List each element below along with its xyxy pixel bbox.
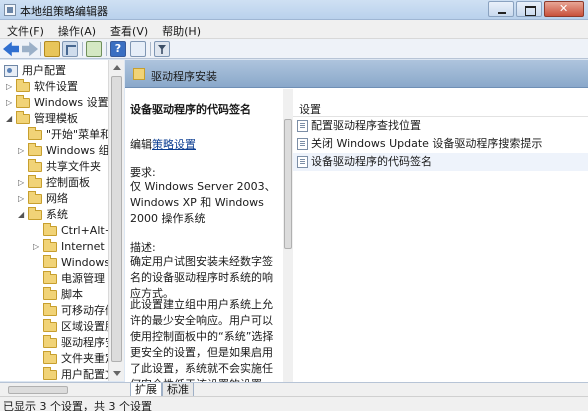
requirements-label: 要求: [130,166,156,179]
title-bar: 本地组策略编辑器 [0,0,588,20]
tree-vertical-scrollbar[interactable] [108,60,124,381]
tab-extended[interactable]: 扩展 [130,383,162,397]
window-controls [488,1,584,17]
settings-list: 设置 配置驱动程序查找位置 关闭 Windows Update 设备驱动程序搜索… [293,89,588,382]
expand-icon[interactable]: ▷ [18,175,26,191]
policy-title: 设备驱动程序的代码签名 [130,103,251,116]
toolbar-separator [106,42,107,56]
folder-icon [43,351,57,364]
description-label: 描述: [130,241,156,254]
edit-policy-line: 编辑策略设置 [130,138,196,151]
description-text: 确定用户试图安装未经数字签名的设备驱动程序时系统的响应方式。 [130,255,273,300]
setting-row[interactable]: 关闭 Windows Update 设备驱动程序搜索提示 [293,135,588,153]
show-tree-icon[interactable] [62,41,78,57]
folder-icon [28,159,42,172]
folder-icon [43,223,57,236]
toolbar-separator [82,42,83,56]
view-tabs: 扩展 标准 [125,382,588,397]
forward-arrow-icon[interactable] [22,41,38,57]
policy-description-panel: 设备驱动程序的代码签名 编辑策略设置 要求: 仅 Windows Server … [125,89,283,382]
description-scrollbar[interactable] [283,89,293,382]
details-pane: 驱动程序安装 设备驱动程序的代码签名 编辑策略设置 要求: 仅 Windows … [125,60,588,382]
status-text: 已显示 3 个设置，共 3 个设置 [3,400,152,411]
expand-icon[interactable]: ▷ [33,239,41,255]
folder-icon [16,111,30,124]
maximize-button[interactable] [516,1,542,17]
folder-icon [43,335,57,348]
folder-icon [28,127,42,140]
status-bar: 已显示 3 个设置，共 3 个设置 [0,396,588,411]
collapse-icon[interactable]: ◢ [6,111,14,127]
filter-icon[interactable] [154,41,170,57]
pane-header-title: 驱动程序安装 [151,70,217,83]
policy-setting-icon [297,138,308,150]
menu-bar: 文件(F) 操作(A) 查看(V) 帮助(H) [0,20,588,39]
pane-header: 驱动程序安装 [125,60,588,88]
minimize-button[interactable] [488,1,514,17]
settings-column-header[interactable]: 设置 [293,99,588,117]
expand-icon[interactable]: ▷ [6,95,14,111]
policy-setting-icon [297,156,308,168]
tree-pane: 用户配置 ▷ 软件设置 ▷ Windows 设置 ◢ 管理模板 "开始"菜单和 … [0,60,124,381]
folder-icon [28,175,42,188]
gpedit-app-icon [4,4,16,16]
close-button[interactable] [544,1,584,17]
setting-row-selected[interactable]: 设备驱动程序的代码签名 [293,153,588,171]
toolbar-separator [40,42,41,56]
folder-icon [43,271,57,284]
description-text-more: 此设置建立组中用户系统上允许的最少安全响应。用户可以使用控制面板中的“系统”选择… [130,298,274,382]
collapse-icon[interactable]: ◢ [18,207,26,223]
menu-action[interactable]: 操作(A) [53,20,101,38]
scroll-thumb[interactable] [284,119,292,249]
folder-icon [43,255,57,268]
user-config-icon [4,65,18,77]
folder-icon [43,239,57,252]
expand-icon[interactable]: ▷ [6,79,14,95]
menu-help[interactable]: 帮助(H) [157,20,206,38]
toolbar: ? [0,39,588,59]
view-icon[interactable] [130,41,146,57]
export-list-icon[interactable] [86,41,102,57]
scroll-thumb[interactable] [8,386,68,394]
toolbar-separator [150,42,151,56]
scroll-thumb[interactable] [111,76,122,362]
expand-icon[interactable]: ▷ [18,143,26,159]
folder-icon [28,207,42,220]
scroll-up-icon[interactable] [113,65,121,70]
folder-icon [43,367,57,380]
folder-icon [16,95,30,108]
menu-view[interactable]: 查看(V) [105,20,153,38]
expand-icon[interactable]: ▷ [18,191,26,207]
folder-icon [43,303,57,316]
folder-icon [43,287,57,300]
tab-standard[interactable]: 标准 [162,383,194,397]
folder-icon [16,79,30,92]
tree-horizontal-scrollbar[interactable] [0,382,125,396]
requirements-text: 仅 Windows Server 2003、Windows XP 和 Windo… [130,180,276,225]
window-title: 本地组策略编辑器 [20,5,108,18]
up-folder-icon[interactable] [44,41,60,57]
menu-file[interactable]: 文件(F) [2,20,49,38]
setting-row[interactable]: 配置驱动程序查找位置 [293,117,588,135]
folder-icon [28,191,42,204]
edit-policy-link[interactable]: 策略设置 [152,138,196,151]
policy-setting-icon [297,120,308,132]
folder-icon [43,319,57,332]
folder-icon [133,68,145,80]
back-arrow-icon[interactable] [3,41,19,57]
help-icon[interactable]: ? [110,41,126,57]
scroll-down-icon[interactable] [113,371,121,376]
folder-icon [28,143,42,156]
